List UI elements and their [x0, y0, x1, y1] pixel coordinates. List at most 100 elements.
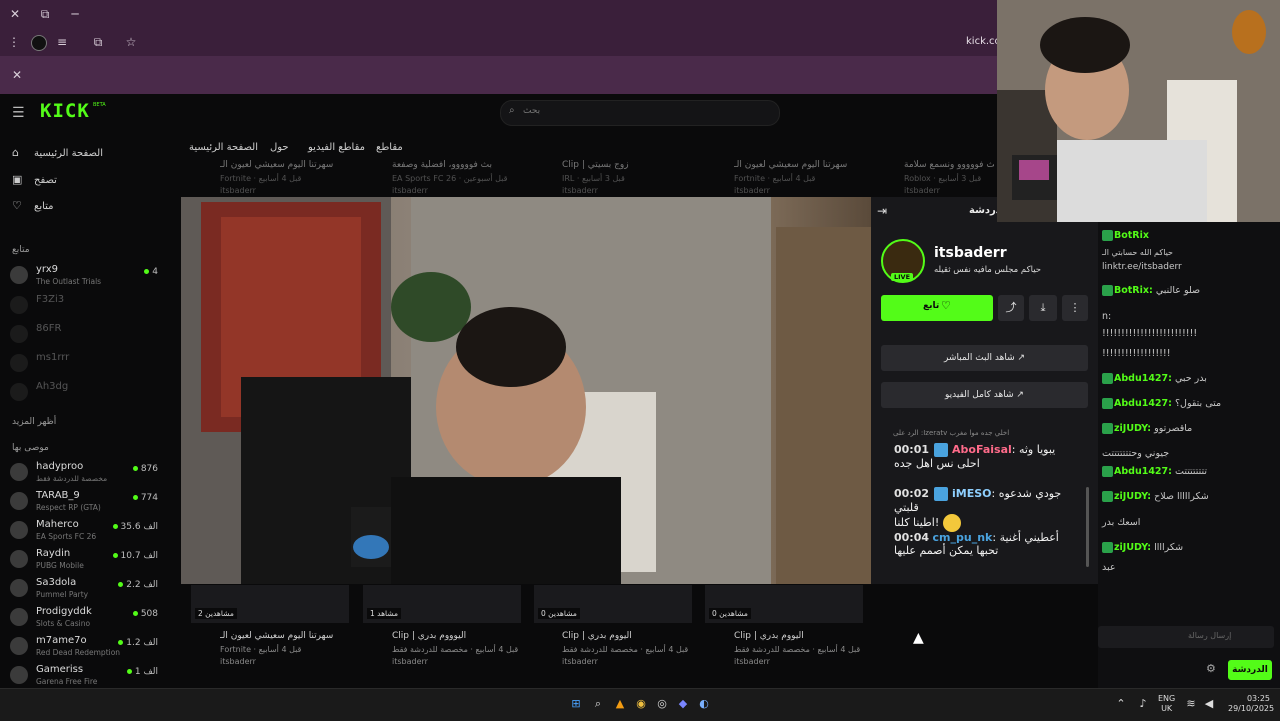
video-card[interactable]: Clip | اليووم بدري قبل 4 أسابيع · مخصصة …	[562, 631, 722, 681]
followed-channel[interactable]: 86FR	[10, 323, 162, 351]
streamer-name[interactable]: itsbaderr	[934, 245, 1007, 261]
close-window-button[interactable]: ✕	[3, 2, 27, 26]
video-thumbnail[interactable]: مشاهدين 2	[191, 585, 349, 623]
send-chat-button[interactable]: الدردشة	[1228, 660, 1272, 680]
restore-window-button[interactable]: ⧉	[33, 2, 57, 26]
chat-message[interactable]: !!!!!!!!!!!!!!!!!!!!!!!!!	[1102, 328, 1197, 339]
chat-message[interactable]: Abdu1427: بدر حبي	[1102, 373, 1207, 384]
followed-channel[interactable]: Ah3dg	[10, 381, 162, 409]
pinned-message[interactable]: BotRix	[1102, 230, 1149, 241]
hamburger-menu-icon[interactable]: ☰	[12, 105, 25, 121]
viewer-count: 4	[144, 267, 158, 277]
message-user[interactable]: cm_pu_nk	[933, 531, 993, 544]
chat-message[interactable]: عبد	[1102, 562, 1116, 573]
chat-message[interactable]: ziJUDY: شكرااااا صلاح	[1102, 491, 1209, 502]
reply-hint: الرد على :Izeratv اخلي جده موا مغرب	[893, 429, 1010, 437]
chat-message[interactable]: 00:04 cm_pu_nk: أعطيني أغنية تحبها يمكن …	[894, 531, 1079, 557]
chat-message[interactable]: 00:01 AboFaisal: يبويا وثه احلى نس اهل ج…	[894, 443, 1079, 470]
chat-message[interactable]: Abdu1427: متى بتقول؟	[1102, 398, 1221, 409]
pinned-link[interactable]: linktr.ee/itsbaderr	[1102, 262, 1182, 272]
video-card[interactable]: Clip | اليووم بدري قبل 4 أسابيع · مخصصة …	[734, 631, 894, 681]
search-input[interactable]: ⌕ بحث	[500, 100, 780, 126]
clock[interactable]: 03:25 29/10/2025	[1228, 694, 1274, 714]
chat-message[interactable]: !!!!!!!!!!!!!!!!!!	[1102, 348, 1171, 359]
video-thumbnail[interactable]: مشاهدين 0	[534, 585, 692, 623]
nav-home[interactable]: ⌂ الصفحة الرئيسية	[12, 146, 162, 164]
extensions-icon[interactable]: ⧉	[86, 30, 110, 54]
more-options-button[interactable]: ⋮	[1062, 295, 1088, 321]
volume-icon[interactable]: ◀	[1200, 695, 1218, 713]
tab-clips[interactable]: مقاطع	[376, 142, 403, 153]
message-user[interactable]: iMESO	[952, 487, 992, 500]
card-author: itsbaderr	[392, 186, 428, 195]
search-icon[interactable]: ⌕	[589, 695, 607, 713]
chrome-icon[interactable]: ◉	[632, 695, 650, 713]
channel-name: yrx9	[36, 264, 59, 275]
wifi-icon[interactable]: ≋	[1182, 695, 1200, 713]
windows-start-icon[interactable]: ⊞	[567, 695, 585, 713]
recommended-channel[interactable]: m7ame7o Red Dead Redemption 1.2 الف	[10, 635, 162, 663]
chat-message[interactable]: BotRix: صلو عالنبي	[1102, 285, 1200, 296]
recommended-channel[interactable]: Maherco EA Sports FC 26 35.6 الف	[10, 519, 162, 547]
download-button[interactable]: ⤓	[1029, 295, 1057, 321]
app-icon[interactable]: ◎	[653, 695, 671, 713]
menu-dots-icon[interactable]: ⋮	[2, 30, 26, 54]
video-player[interactable]	[181, 197, 871, 584]
discord-icon[interactable]: ◆	[674, 695, 692, 713]
microphone-icon[interactable]: ♪	[1134, 695, 1152, 713]
steam-icon[interactable]: ◐	[695, 695, 713, 713]
recommended-channel[interactable]: hadyproo مخصصة للدردشة فقط 876	[10, 461, 162, 489]
watch-live-button[interactable]: شاهد البث المباشر ↗	[881, 345, 1088, 371]
language-indicator[interactable]: ENG UK	[1158, 694, 1175, 714]
chat-message[interactable]: n:	[1102, 311, 1111, 322]
show-more-link[interactable]: أظهر المزيد	[12, 417, 56, 427]
chat-message[interactable]: ziJUDY: ماقصرتوو	[1102, 423, 1192, 434]
recommended-channel[interactable]: Sa3dola Pummel Party 2.2 الف	[10, 577, 162, 605]
tab-about[interactable]: حول	[270, 142, 289, 153]
media-icon[interactable]: ≡	[50, 30, 74, 54]
tab-home[interactable]: الصفحة الرئيسية	[189, 142, 258, 153]
recommended-channel[interactable]: Raydin PUBG Mobile 10.7 الف	[10, 548, 162, 576]
followed-channel[interactable]: F3Zi3	[10, 294, 162, 322]
collapse-chat-icon[interactable]: ⇥	[877, 204, 887, 218]
chat-message[interactable]: 00:02 iMESO: جودي شدعوه قلبتي اطينا كلنا…	[894, 487, 1079, 532]
webcam-overlay	[997, 0, 1280, 222]
infobar-close-icon[interactable]: ✕	[5, 63, 29, 87]
nav-following[interactable]: ♡ متابع	[12, 199, 162, 217]
followed-channel[interactable]: ms1rrr	[10, 352, 162, 380]
kick-logo[interactable]: KICK	[40, 100, 90, 122]
settings-gear-icon[interactable]: ⚙	[1206, 662, 1216, 675]
chat-message[interactable]: ziJUDY: شكراااا	[1102, 542, 1183, 553]
chat-message[interactable]: جيوني وحتتتتتتتت	[1102, 448, 1169, 459]
bookmark-star-icon[interactable]: ☆	[119, 30, 143, 54]
chevron-up-icon[interactable]: ⌃	[1112, 695, 1130, 713]
follow-button[interactable]: تابع ♡	[881, 295, 993, 321]
share-button[interactable]: ⤴	[998, 295, 1024, 321]
chat-message[interactable]: اسعك بدر	[1102, 517, 1140, 528]
chat-scrollbar[interactable]	[1086, 487, 1089, 567]
card-subtitle: قبل 4 أسابيع · مخصصة للدردشة فقط	[562, 645, 689, 654]
followed-channel[interactable]: yrx9 The Outlast Trials 4	[10, 264, 162, 292]
video-thumbnail[interactable]: مشاهدين 0	[705, 585, 863, 623]
message-text: أعطيني أغنية	[999, 531, 1059, 544]
watch-full-video-button[interactable]: شاهد كامل الفيديو ↗	[881, 382, 1088, 408]
chat-input[interactable]: إرسال رسالة	[1098, 626, 1274, 648]
app-icon[interactable]: ▲	[611, 695, 629, 713]
recommended-channel[interactable]: Prodigyddk Slots & Casino 508	[10, 606, 162, 634]
tab-videos[interactable]: مقاطع الفيديو	[308, 142, 365, 153]
nav-following-label: متابع	[34, 201, 54, 212]
video-card[interactable]: Clip | اليوووم بدري قبل 4 أسابيع · مخصصة…	[392, 631, 552, 681]
channel-game: PUBG Mobile	[36, 561, 84, 570]
recommended-channel[interactable]: TARAB_9 Respect RP (GTA) 774	[10, 490, 162, 518]
video-card[interactable]: سهرتنا اليوم سعيشي لعيون الـ Fortnite · …	[220, 631, 380, 681]
nav-browse[interactable]: ▣ تصفح	[12, 173, 162, 191]
profile-avatar[interactable]	[31, 35, 47, 51]
card-subtitle: EA Sports FC 26 · قبل أسبوعين	[392, 174, 508, 183]
chat-message[interactable]: Abdu1427: تتتتتتتتت	[1102, 466, 1207, 477]
card-subtitle: قبل 4 أسابيع · مخصصة للدردشة فقط	[734, 645, 861, 654]
channel-name: F3Zi3	[36, 294, 65, 305]
minimize-window-button[interactable]: ─	[63, 2, 87, 26]
message-user[interactable]: AboFaisal	[952, 443, 1012, 456]
video-thumbnail[interactable]: مشاهد 1	[363, 585, 521, 623]
card-subtitle: Fortnite · قبل 4 أسابيع	[220, 174, 302, 183]
